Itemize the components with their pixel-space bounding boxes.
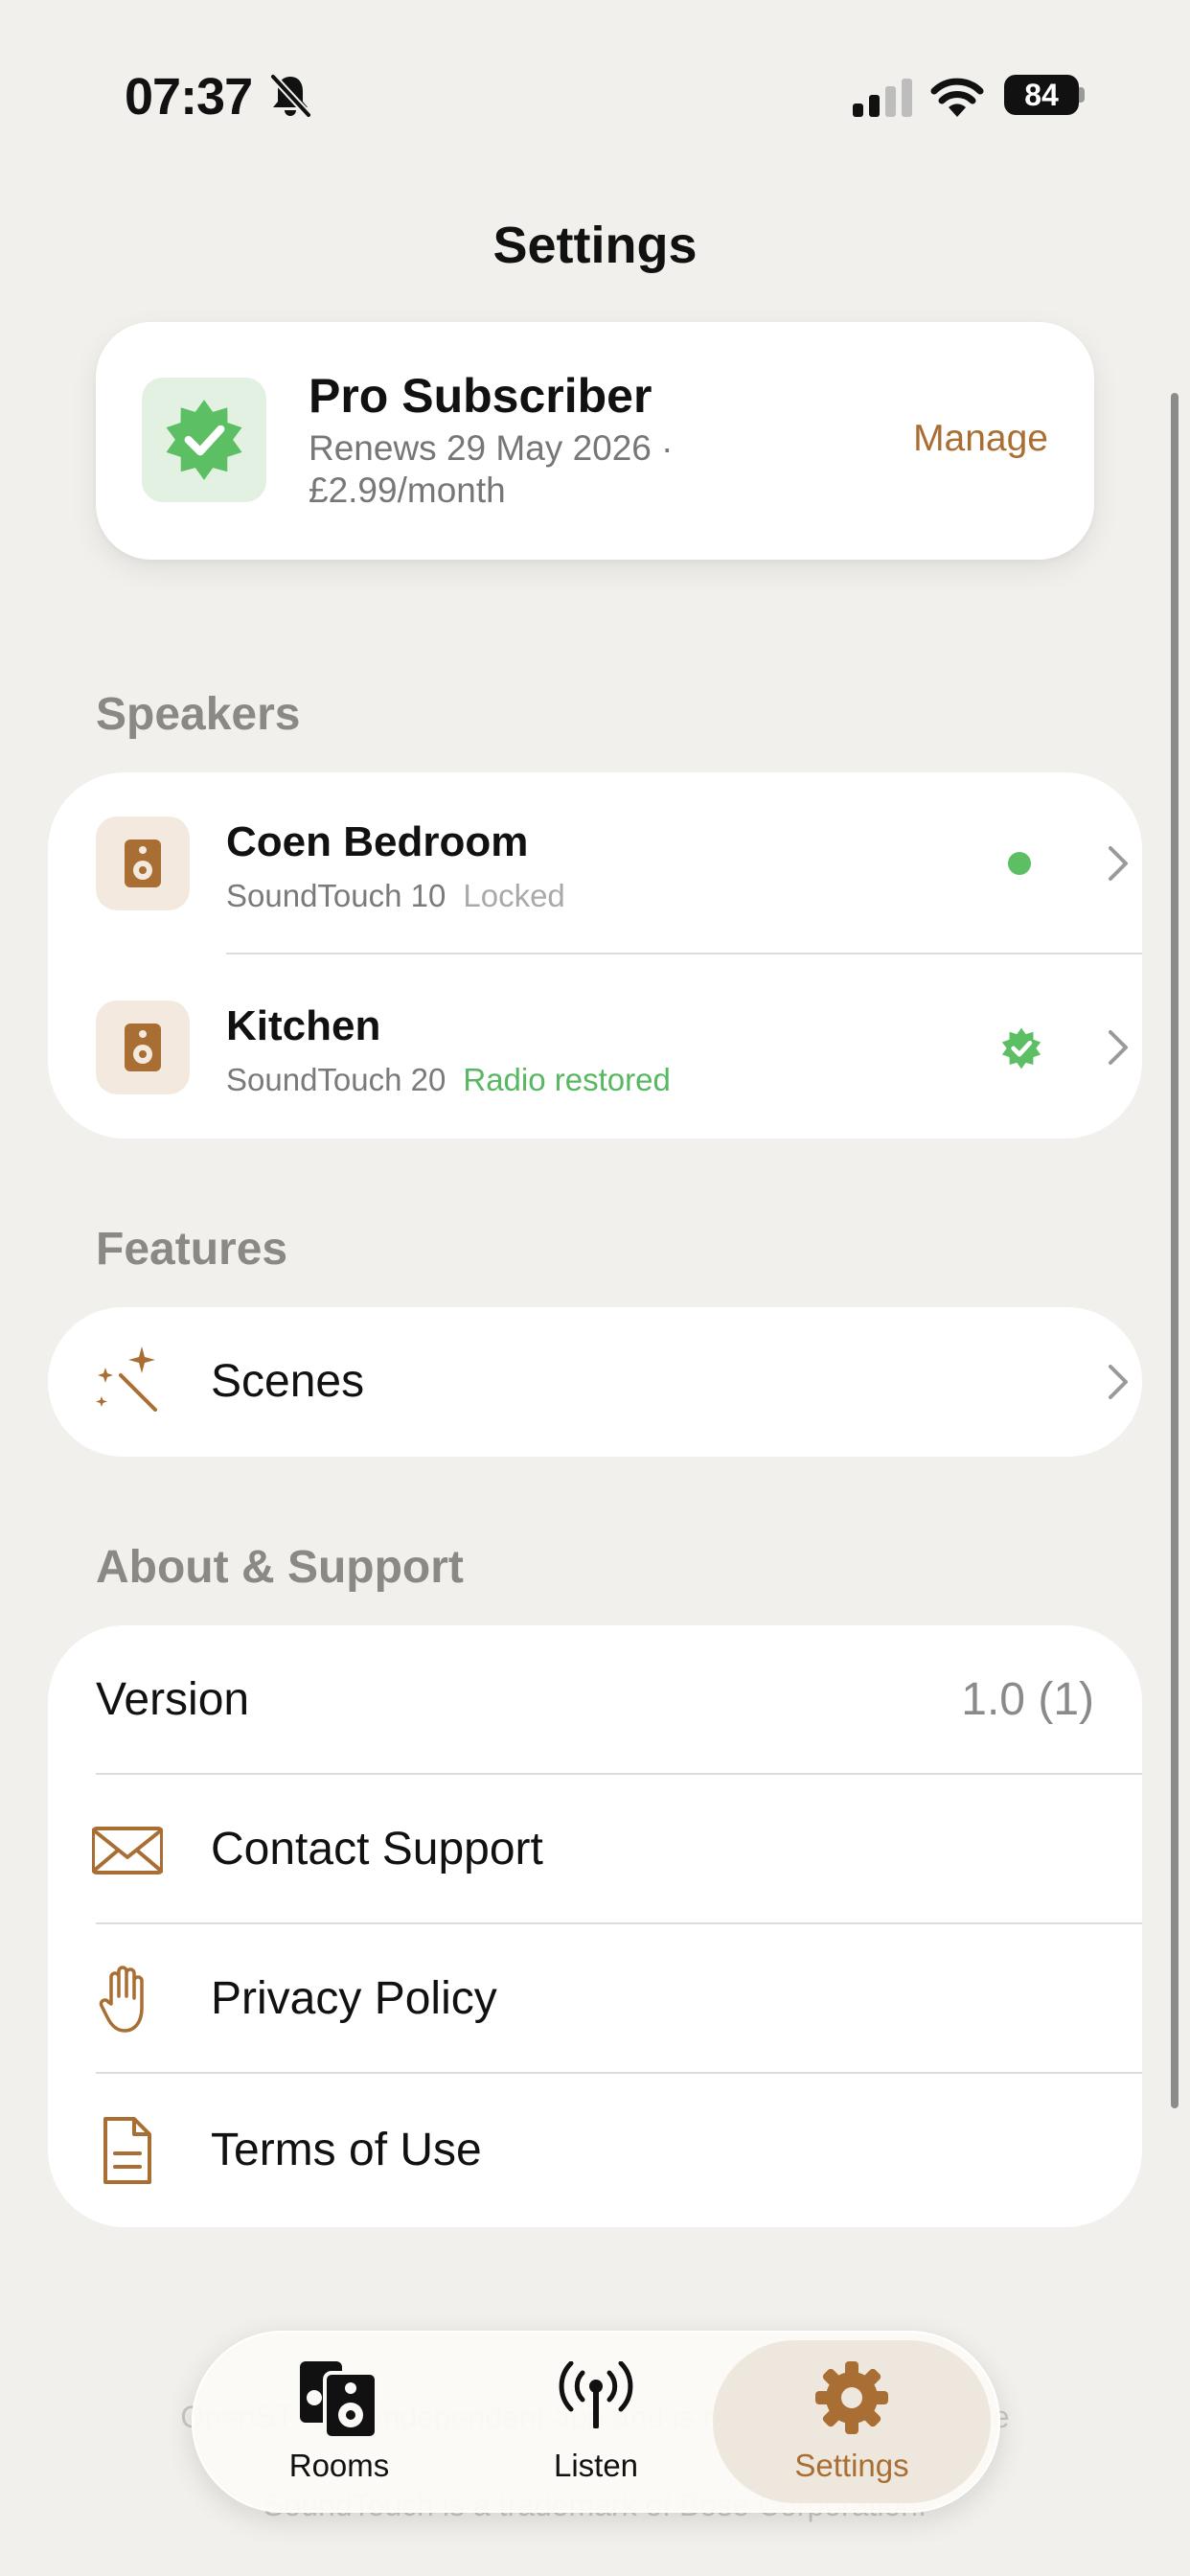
tab-listen[interactable]: Listen [471, 2340, 721, 2503]
speaker-name: Coen Bedroom [226, 818, 529, 865]
subscription-title: Pro Subscriber [309, 369, 652, 423]
bell-muted-icon [270, 74, 311, 118]
speaker-model: SoundTouch 20 [226, 1062, 446, 1097]
gear-icon [815, 2361, 888, 2434]
speaker-icon [125, 1024, 161, 1071]
speaker-icon-container [96, 1000, 190, 1094]
status-bar: 07:37 84 [0, 0, 1190, 192]
about-section-title: About & Support [96, 1542, 464, 1593]
envelope-icon [92, 1827, 163, 1874]
tab-bar: Rooms Listen Settings [192, 2331, 1000, 2513]
page-title: Settings [492, 217, 698, 274]
speaker-row-kitchen[interactable]: Kitchen SoundTouch 20 Radio restored [48, 956, 1142, 1138]
contact-support-label: Contact Support [211, 1824, 543, 1874]
speaker-row-coen-bedroom[interactable]: Coen Bedroom SoundTouch 10 Locked [48, 772, 1142, 954]
magic-wand-icon [96, 1346, 157, 1412]
cellular-signal-icon [853, 79, 912, 117]
chevron-right-icon [1109, 846, 1128, 881]
subscription-card: Pro Subscriber Renews 29 May 2026 · £2.9… [96, 322, 1094, 560]
document-icon [103, 2117, 151, 2184]
online-status-dot [1008, 852, 1031, 875]
speaker-meta: SoundTouch 10 Locked [226, 878, 565, 914]
verified-badge-icon [1001, 1027, 1041, 1070]
divider [96, 2072, 1142, 2074]
battery-level: 84 [1024, 78, 1059, 112]
settings-screen: 07:37 84 Settings Pro Subscriber Renews … [0, 0, 1190, 2576]
speaker-model: SoundTouch 10 [226, 878, 446, 913]
chevron-right-icon [1109, 1030, 1128, 1065]
tab-settings[interactable]: Settings [713, 2340, 991, 2503]
contact-support-row[interactable]: Contact Support [48, 1775, 1142, 1924]
features-card: Scenes [48, 1307, 1142, 1457]
speakers-icon [300, 2361, 378, 2438]
subscription-renewal: Renews 29 May 2026 · £2.99/month [309, 428, 674, 510]
divider [226, 953, 1142, 954]
privacy-policy-label: Privacy Policy [211, 1973, 497, 2024]
speaker-icon [125, 840, 161, 887]
speaker-icon-container [96, 816, 190, 910]
chevron-right-icon [1109, 1365, 1128, 1399]
speakers-section-title: Speakers [96, 689, 301, 740]
terms-of-use-row[interactable]: Terms of Use [48, 2076, 1142, 2225]
wifi-icon [930, 78, 984, 117]
speakers-card: Coen Bedroom SoundTouch 10 Locked Kitchen [48, 772, 1142, 1138]
hand-icon [99, 1966, 144, 2033]
speaker-name: Kitchen [226, 1002, 381, 1049]
status-time: 07:37 [125, 68, 253, 126]
scenes-row[interactable]: Scenes [48, 1307, 1142, 1457]
about-card: Version 1.0 (1) Contact Support Privacy … [48, 1625, 1142, 2227]
speaker-status: Radio restored [463, 1062, 671, 1097]
battery-indicator: 84 [1004, 75, 1085, 115]
tab-listen-label: Listen [553, 2448, 639, 2483]
tab-rooms[interactable]: Rooms [215, 2340, 464, 2503]
features-section-title: Features [96, 1224, 288, 1275]
version-value: 1.0 (1) [961, 1674, 1094, 1725]
terms-of-use-label: Terms of Use [211, 2125, 482, 2175]
scenes-label: Scenes [211, 1356, 365, 1407]
version-row: Version 1.0 (1) [48, 1625, 1142, 1775]
antenna-icon [559, 2361, 633, 2428]
version-label: Version [96, 1674, 250, 1725]
speaker-meta: SoundTouch 20 Radio restored [226, 1062, 671, 1098]
tab-rooms-label: Rooms [288, 2448, 390, 2483]
speaker-status: Locked [463, 878, 565, 913]
tab-settings-label: Settings [794, 2448, 909, 2483]
privacy-policy-row[interactable]: Privacy Policy [48, 1924, 1142, 2074]
subscription-badge [142, 378, 266, 502]
verified-badge-icon [166, 400, 242, 480]
manage-subscription-button[interactable]: Manage [913, 418, 1048, 460]
scrollbar[interactable] [1171, 393, 1179, 2108]
